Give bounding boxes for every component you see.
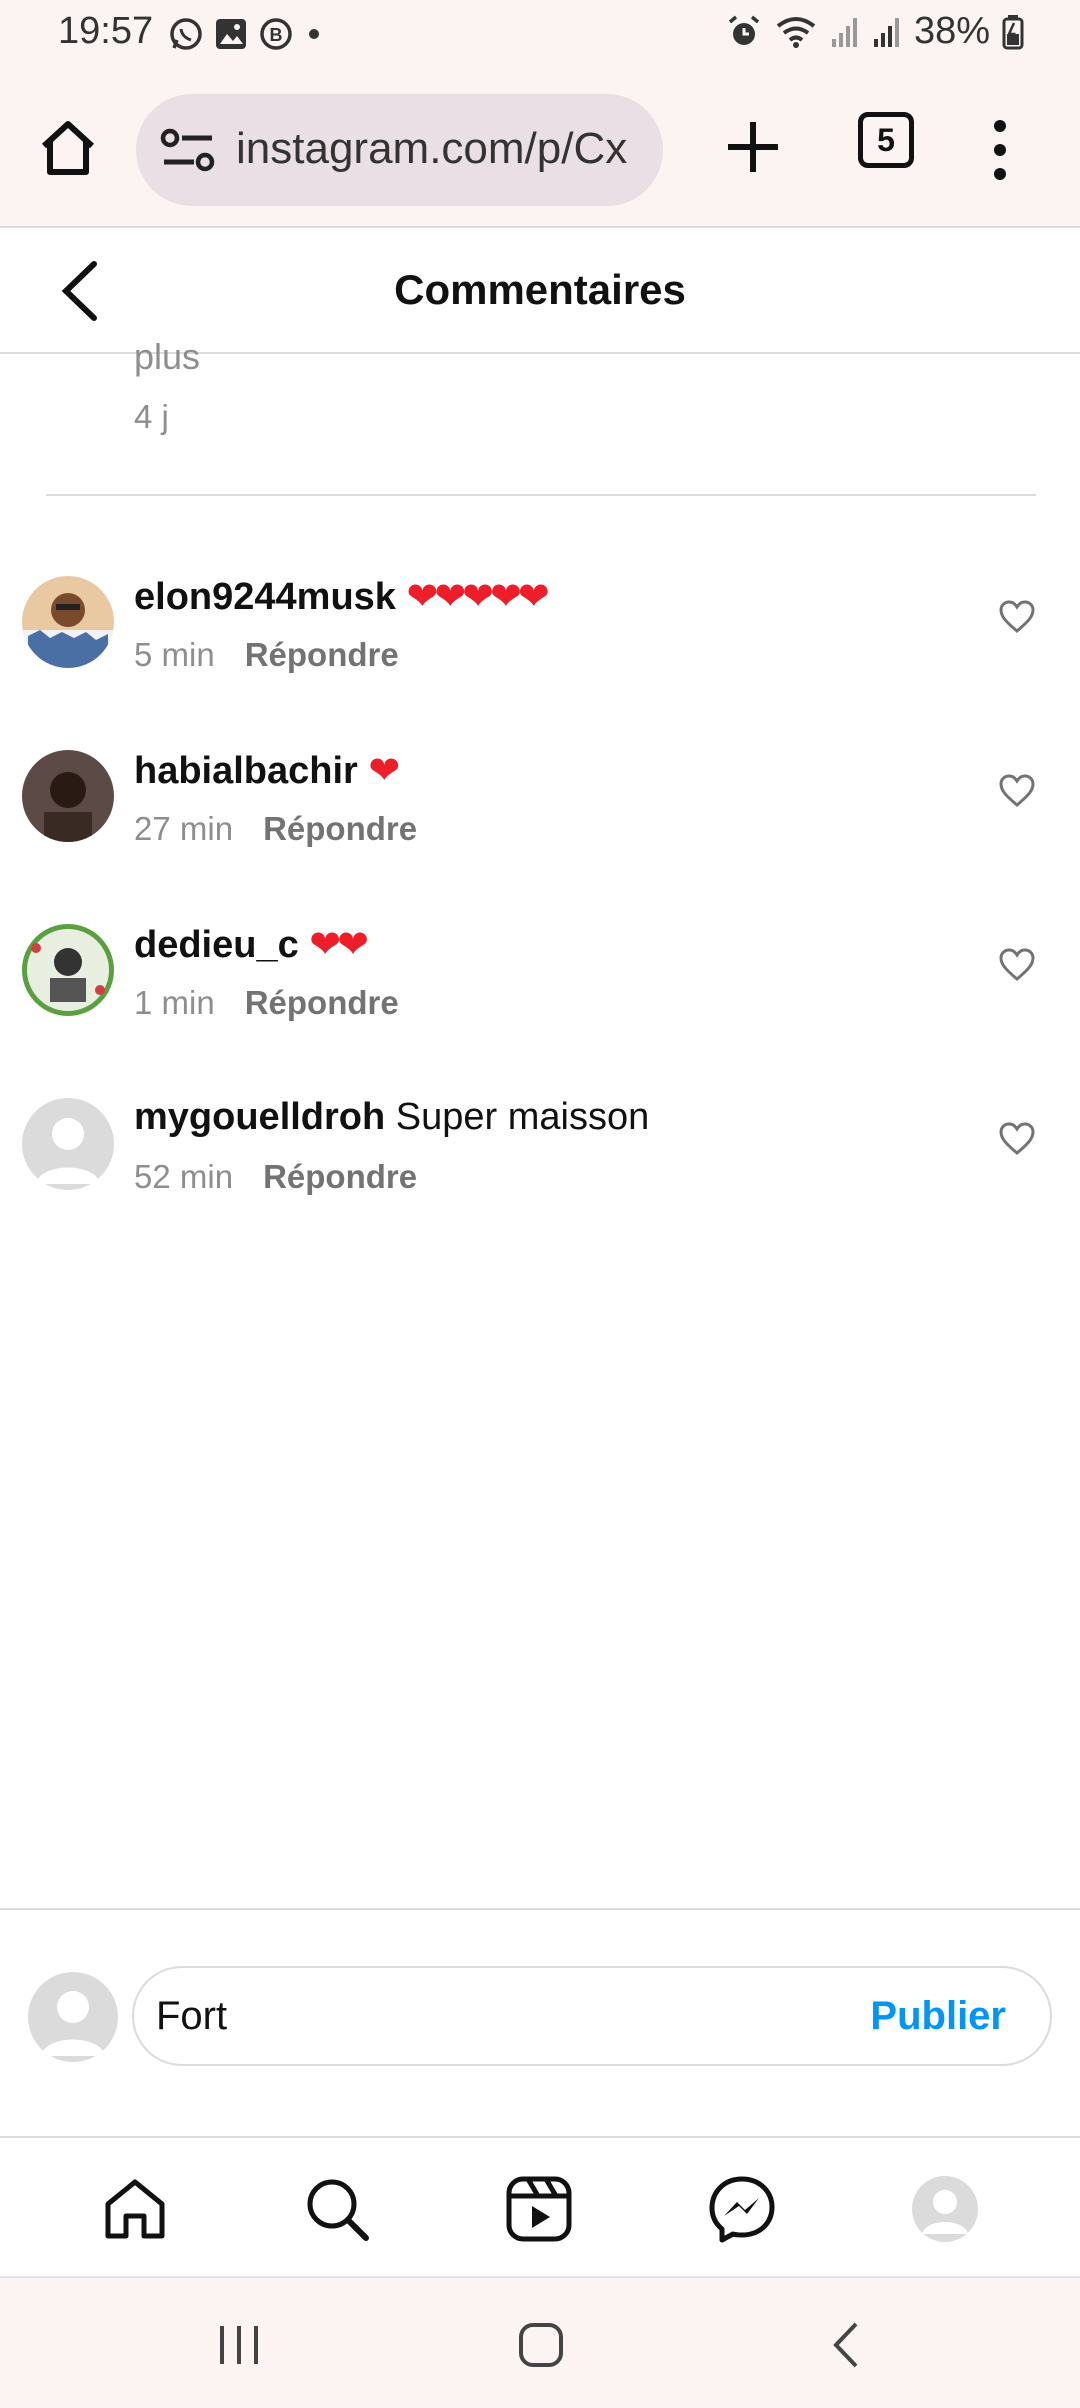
dot-icon [309,29,319,39]
battery-icon [1002,14,1024,49]
comment-line: mygouelldroh Super maisson [134,1096,649,1139]
previous-comment-text[interactable]: plus [134,336,200,378]
comment-text: Super maisson [395,1096,650,1138]
previous-comment-time: 4 j [134,398,169,435]
status-time: 19:57 [58,10,154,52]
comment-time: 52 min [134,1158,234,1195]
system-indicators: 38% [726,10,1024,53]
reels-icon[interactable] [504,2174,574,2244]
alarm-icon [728,15,760,45]
notification-icons: B [168,16,324,52]
page-title: Commentaires [394,266,686,313]
tab-switcher-button[interactable]: 5 [858,112,914,168]
profile-avatar-icon[interactable] [910,2174,980,2244]
gallery-icon [216,19,246,49]
comment-username[interactable]: dedieu_c [134,924,299,966]
heart-icon[interactable] [999,600,1035,634]
comment-line: elon9244musk ❤❤❤❤❤ [134,574,550,619]
comment-meta: 5 min Répondre [134,636,399,674]
battery-percent: 38% [913,10,990,52]
bottom-nav [0,2136,1080,2276]
back-button-icon[interactable] [826,2320,866,2370]
home-icon[interactable] [100,2174,170,2244]
wifi-icon [776,16,816,48]
home-button-icon[interactable] [516,2320,566,2370]
status-bar: 19:57 B 38% [0,0,1080,68]
reply-button[interactable]: Répondre [245,636,399,673]
system-nav-bar [0,2276,1080,2408]
comment-item: dedieu_c ❤❤ 1 min Répondre [0,922,1080,1072]
composer-divider [0,1908,1080,1910]
more-menu-icon[interactable] [982,114,1018,186]
comment-line: dedieu_c ❤❤ [134,922,369,967]
signal-icon-1 [831,17,857,47]
comment-meta: 27 min Répondre [134,810,417,848]
reply-button[interactable]: Répondre [263,810,417,847]
divider [46,494,1036,496]
site-settings-icon[interactable] [160,126,216,174]
comment-input[interactable]: Fort Publier [132,1966,1052,2066]
comment-meta: 52 min Répondre [134,1158,417,1196]
comment-hearts: ❤ [368,750,400,792]
reply-button[interactable]: Répondre [245,984,399,1021]
comment-hearts: ❤❤ [309,924,369,966]
heart-icon[interactable] [999,774,1035,808]
business-icon: B [260,18,292,50]
heart-icon[interactable] [999,948,1035,982]
composer-avatar [28,1972,118,2062]
search-icon[interactable] [302,2174,372,2244]
reply-button[interactable]: Répondre [263,1158,417,1195]
signal-icon-2 [873,17,899,47]
recent-apps-icon[interactable] [216,2322,262,2368]
home-icon[interactable] [36,116,100,180]
comment-line: habialbachir ❤ [134,748,400,793]
avatar[interactable] [22,576,114,668]
whatsapp-icon [170,18,202,50]
comment-time: 1 min [134,984,215,1021]
comment-meta: 1 min Répondre [134,984,399,1022]
comment-item: mygouelldroh Super maisson 52 min Répondr… [0,1096,1080,1246]
url-text: instagram.com/p/Cx [236,124,628,173]
comment-item: habialbachir ❤ 27 min Répondre [0,748,1080,898]
avatar[interactable] [22,1098,114,1190]
messenger-icon[interactable] [707,2174,777,2244]
avatar[interactable] [22,924,114,1016]
heart-icon[interactable] [999,1122,1035,1156]
comment-time: 27 min [134,810,234,847]
svg-text:B: B [270,25,283,45]
comment-username[interactable]: elon9244musk [134,576,396,618]
comment-hearts: ❤❤❤❤❤ [406,576,549,618]
avatar[interactable] [22,750,114,842]
comment-time: 5 min [134,636,215,673]
browser-toolbar: instagram.com/p/Cx 5 [0,68,1080,228]
url-bar[interactable]: instagram.com/p/Cx [136,94,663,206]
comment-username[interactable]: habialbachir [134,750,358,792]
new-tab-icon[interactable] [720,114,786,180]
publish-button[interactable]: Publier [870,1994,1006,2039]
comment-input-value: Fort [156,1994,228,2038]
comment-username[interactable]: mygouelldroh [134,1096,385,1138]
comment-item: elon9244musk ❤❤❤❤❤ 5 min Répondre [0,574,1080,724]
